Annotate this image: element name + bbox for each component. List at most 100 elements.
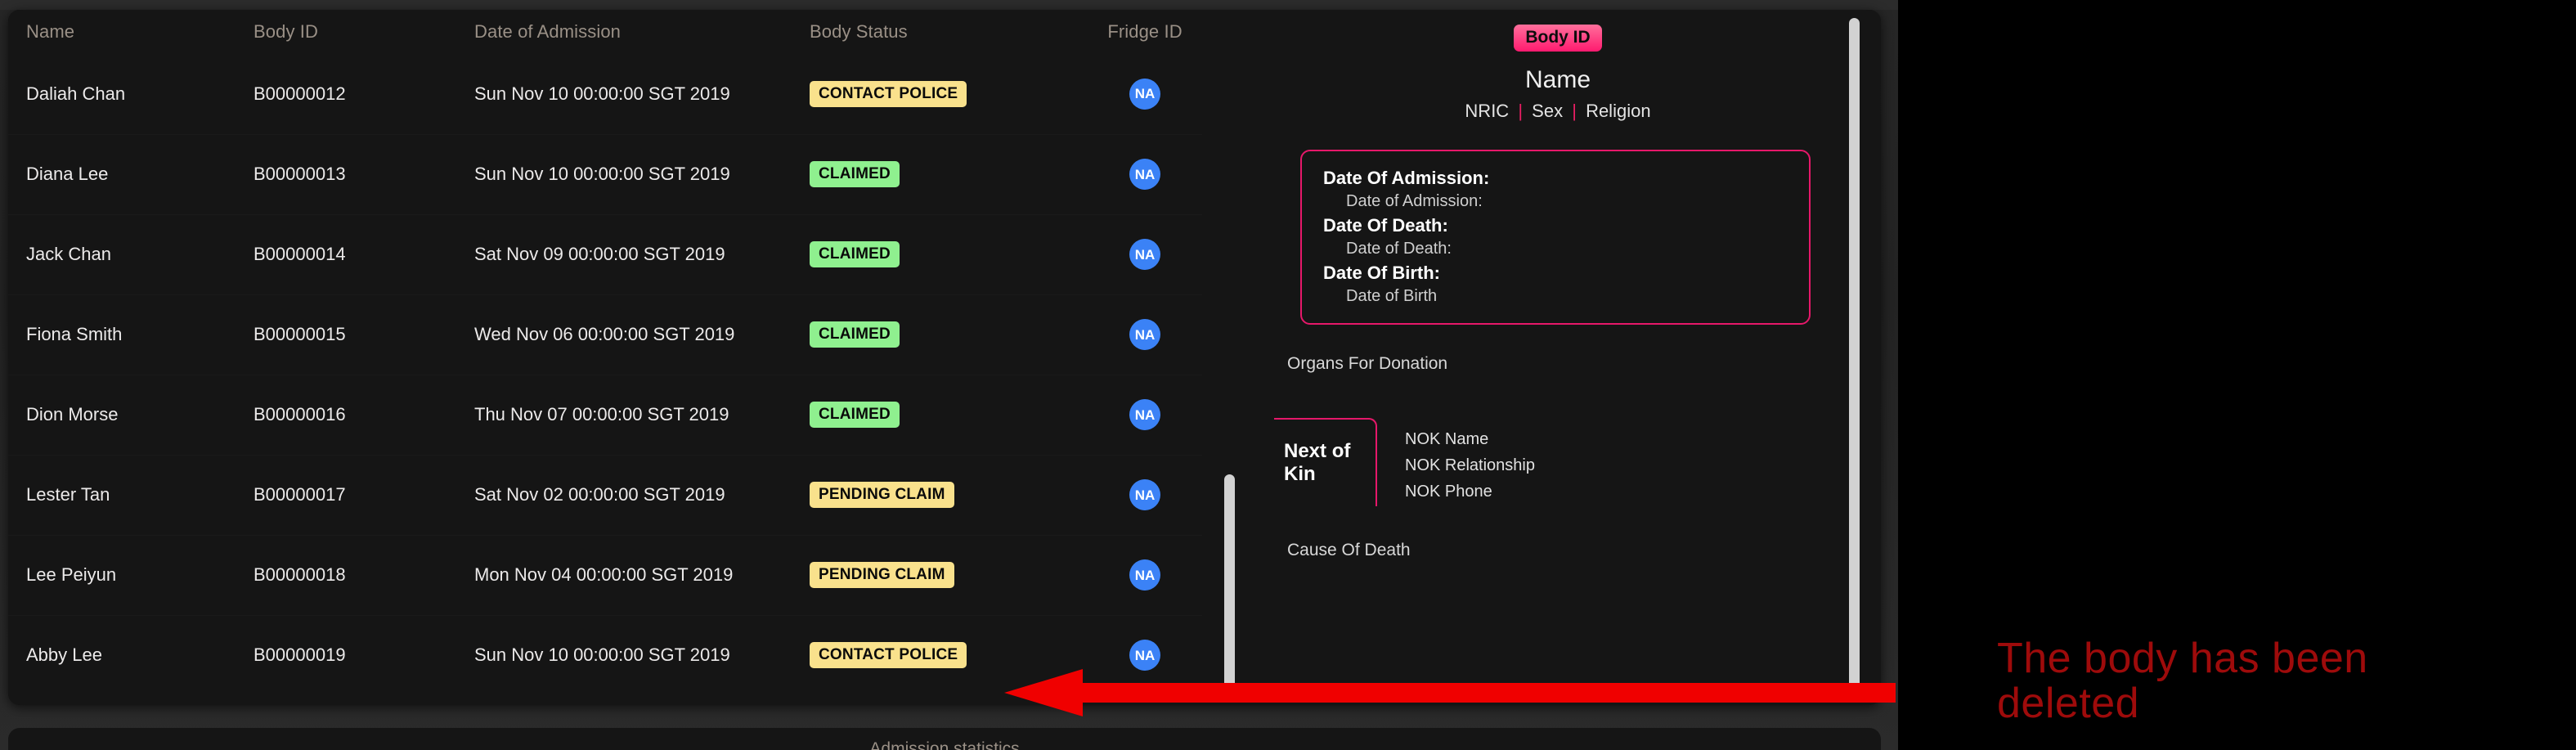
cell-body-status: CLAIMED <box>810 134 1088 214</box>
fridge-id-bubble: NA <box>1129 559 1160 591</box>
nok-phone: NOK Phone <box>1405 483 1492 501</box>
column-header-fridge-id[interactable]: Fridge ID <box>1088 10 1202 54</box>
cell-body-id: B00000012 <box>254 54 474 134</box>
cell-date-of-admission: Sun Nov 10 00:00:00 SGT 2019 <box>474 54 810 134</box>
admission-statistics-card[interactable]: Admission statistics <box>8 728 1881 750</box>
table-row[interactable]: Lee Peiyun B00000018 Mon Nov 04 00:00:00 S… <box>8 535 1202 615</box>
bodies-table-scroll-region[interactable]: Name Body ID Date of Admission Body Stat… <box>8 10 1250 705</box>
date-of-admission-label: Date Of Admission: <box>1323 168 1490 188</box>
admission-statistics-title: Admission statistics <box>869 739 1020 750</box>
dates-box: Date Of Admission: Date of Admission: Da… <box>1300 150 1811 326</box>
separator-1: | <box>1518 101 1524 121</box>
status-badge: CONTACT POLICE <box>810 80 967 107</box>
cell-name: Daliah Chan <box>8 54 254 134</box>
detail-sex: Sex <box>1532 101 1564 121</box>
screen-root: Name Body ID Date of Admission Body Stat… <box>0 0 2576 750</box>
cell-body-id: B00000013 <box>254 134 474 214</box>
cell-name: Diana Lee <box>8 134 254 214</box>
table-row[interactable]: Daliah Chan B00000012 Sun Nov 10 00:00:00 … <box>8 54 1202 134</box>
next-of-kin-tag: Next of Kin <box>1274 418 1377 507</box>
cell-body-status: CONTACT POLICE <box>810 54 1088 134</box>
organs-for-donation-label: Organs For Donation <box>1287 354 1448 374</box>
detail-nric: NRIC <box>1465 101 1510 121</box>
fridge-id-bubble: NA <box>1129 159 1160 190</box>
cell-name: Lester Tan <box>8 455 254 535</box>
bodies-table: Name Body ID Date of Admission Body Stat… <box>8 10 1202 695</box>
date-of-admission-value: Date of Admission: <box>1346 192 1483 211</box>
cell-fridge-id: NA <box>1088 54 1202 134</box>
annotation-text-line-2: deleted <box>1997 679 2140 727</box>
status-badge: CLAIMED <box>810 321 900 348</box>
status-badge: PENDING CLAIM <box>810 562 954 588</box>
cell-body-status: CLAIMED <box>810 214 1088 294</box>
nok-relationship: NOK Relationship <box>1405 456 1535 474</box>
cell-body-id: B00000018 <box>254 535 474 615</box>
column-header-date-of-admission[interactable]: Date of Admission <box>474 10 810 54</box>
status-badge: CLAIMED <box>810 402 900 428</box>
cell-date-of-admission: Mon Nov 04 00:00:00 SGT 2019 <box>474 535 810 615</box>
cell-date-of-admission: Wed Nov 06 00:00:00 SGT 2019 <box>474 294 810 375</box>
cell-date-of-admission: Sat Nov 02 00:00:00 SGT 2019 <box>474 455 810 535</box>
annotation-text: The body has been deleted <box>1997 636 2569 725</box>
cell-body-id: B00000016 <box>254 375 474 455</box>
cell-body-status: CONTACT POLICE <box>810 615 1088 695</box>
cell-body-status: PENDING CLAIM <box>810 535 1088 615</box>
column-header-body-id[interactable]: Body ID <box>254 10 474 54</box>
fridge-id-bubble: NA <box>1129 319 1160 350</box>
table-row[interactable]: Lester Tan B00000017 Sat Nov 02 00:00:00 S… <box>8 455 1202 535</box>
table-scrollbar-thumb[interactable] <box>1224 474 1235 689</box>
status-badge: CLAIMED <box>810 161 900 187</box>
cell-body-id: B00000014 <box>254 214 474 294</box>
cell-name: Dion Morse <box>8 375 254 455</box>
fridge-id-bubble: NA <box>1129 78 1160 110</box>
annotation-text-line-1: The body has been <box>1997 635 2368 682</box>
cell-fridge-id: NA <box>1088 214 1202 294</box>
bodies-content-card: Name Body ID Date of Admission Body Stat… <box>8 10 1881 705</box>
bodies-table-pane: Name Body ID Date of Admission Body Stat… <box>8 10 1250 705</box>
cell-body-id: B00000019 <box>254 644 346 666</box>
cause-of-death-label: Cause Of Death <box>1287 541 1411 560</box>
table-row[interactable]: Abby Lee B00000019 Sun Nov 10 00:00:00 SGT… <box>8 615 1202 695</box>
status-badge: CONTACT POLICE <box>810 642 967 669</box>
cell-name: Fiona Smith <box>8 294 254 375</box>
cell-fridge-id: NA <box>1088 535 1202 615</box>
cell-name: Abby Lee <box>26 644 102 666</box>
detail-name: Name <box>1524 66 1591 93</box>
table-scrollbar-track[interactable] <box>1224 16 1235 698</box>
cell-name: Lee Peiyun <box>8 535 254 615</box>
table-row[interactable]: Jack Chan B00000014 Sat Nov 09 00:00:00 SG… <box>8 214 1202 294</box>
column-header-body-status[interactable]: Body Status <box>810 10 1088 54</box>
nok-name: NOK Name <box>1405 429 1489 448</box>
app-window: Name Body ID Date of Admission Body Stat… <box>0 0 1898 750</box>
column-header-name[interactable]: Name <box>8 10 254 54</box>
body-id-badge: Body ID <box>1514 25 1602 52</box>
detail-scrollbar-thumb[interactable] <box>1849 18 1860 700</box>
cell-body-status: CLAIMED <box>810 375 1088 455</box>
cell-name: Jack Chan <box>8 214 254 294</box>
cell-date-of-admission: Sun Nov 10 00:00:00 SGT 2019 <box>474 134 810 214</box>
body-id-badge-wrap: Body ID <box>1284 18 1832 52</box>
detail-scrollbar-track[interactable] <box>1849 18 1860 700</box>
date-of-birth-label: Date Of Birth: <box>1323 263 1440 284</box>
date-of-birth-value: Date of Birth <box>1346 287 1438 306</box>
fridge-id-bubble: NA <box>1129 479 1160 510</box>
body-detail-pane: Body ID Name NRIC | Sex | Religion Date … <box>1250 10 1881 705</box>
status-badge: CLAIMED <box>810 241 900 267</box>
status-badge: PENDING CLAIM <box>810 482 954 508</box>
fridge-id-bubble: NA <box>1129 239 1160 270</box>
cell-body-id: B00000015 <box>254 294 474 375</box>
date-of-death-value: Date of Death: <box>1346 240 1452 258</box>
cell-date-of-admission: Thu Nov 07 00:00:00 SGT 2019 <box>474 375 810 455</box>
cell-fridge-id: NA <box>1088 134 1202 214</box>
table-row[interactable]: Dion Morse B00000016 Thu Nov 07 00:00:00 S… <box>8 375 1202 455</box>
date-of-death-label: Date Of Death: <box>1323 215 1448 236</box>
fridge-id-bubble: NA <box>1129 399 1160 430</box>
cell-date-of-admission: Sun Nov 10 00:00:00 SGT 2019 <box>474 644 730 666</box>
cell-fridge-id: NA <box>1088 615 1202 695</box>
fridge-id-bubble: NA <box>1129 640 1160 671</box>
cell-date-of-admission: Sat Nov 09 00:00:00 SGT 2019 <box>474 214 810 294</box>
table-row[interactable]: Diana Lee B00000013 Sun Nov 10 00:00:00 SG… <box>8 134 1202 214</box>
cell-fridge-id: NA <box>1088 455 1202 535</box>
table-row[interactable]: Fiona Smith B00000015 Wed Nov 06 00:00:00 … <box>8 294 1202 375</box>
separator-2: | <box>1572 101 1577 121</box>
